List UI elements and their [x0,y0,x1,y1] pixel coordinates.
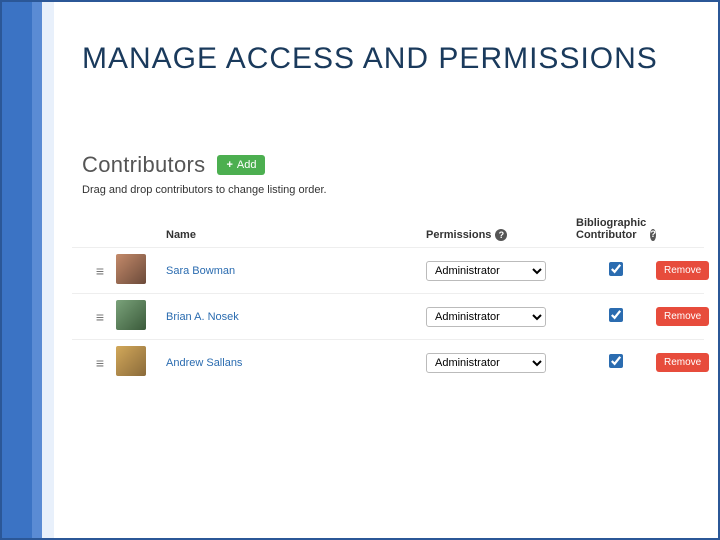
add-contributor-button[interactable]: + Add [217,155,265,175]
table-header-row: Name Permissions ? Bibliographic Contrib… [72,204,704,247]
drag-handle-icon[interactable]: ≡ [82,263,116,279]
avatar [116,300,146,330]
col-permissions: Permissions [426,229,491,241]
plus-icon: + [226,159,232,171]
reorder-hint: Drag and drop contributors to change lis… [72,184,704,204]
avatar [116,254,146,284]
contributor-row: ≡ Sara Bowman AdministratorRead + WriteRea… [72,247,704,293]
contributor-name-link[interactable]: Sara Bowman [166,265,235,277]
permission-select[interactable]: AdministratorRead + WriteRead [426,261,546,281]
col-biblio: Bibliographic Contributor [576,218,646,241]
drag-handle-icon[interactable]: ≡ [82,355,116,371]
contributor-name-link[interactable]: Brian A. Nosek [166,311,239,323]
contributor-row: ≡ Brian A. Nosek AdministratorRead + Write… [72,293,704,339]
remove-button[interactable]: Remove [656,307,709,326]
permission-select[interactable]: AdministratorRead + WriteRead [426,307,546,327]
remove-button[interactable]: Remove [656,261,709,280]
slide-title: MANAGE ACCESS AND PERMISSIONS [82,42,658,76]
add-button-label: Add [237,159,257,171]
biblio-checkbox[interactable] [609,354,623,368]
remove-button[interactable]: Remove [656,353,709,372]
contributors-panel: Contributors + Add Drag and drop contrib… [72,150,704,385]
drag-handle-icon[interactable]: ≡ [82,309,116,325]
col-name: Name [166,229,426,241]
contributor-name-link[interactable]: Andrew Sallans [166,357,242,369]
slide-accent-band [2,2,42,538]
permission-select[interactable]: AdministratorRead + WriteRead [426,353,546,373]
avatar [116,346,146,376]
permissions-help-icon[interactable]: ? [495,229,507,241]
biblio-checkbox[interactable] [609,308,623,322]
contributor-row: ≡ Andrew Sallans AdministratorRead + Write… [72,339,704,385]
panel-heading: Contributors [82,152,205,178]
biblio-help-icon[interactable]: ? [650,229,656,241]
biblio-checkbox[interactable] [609,262,623,276]
